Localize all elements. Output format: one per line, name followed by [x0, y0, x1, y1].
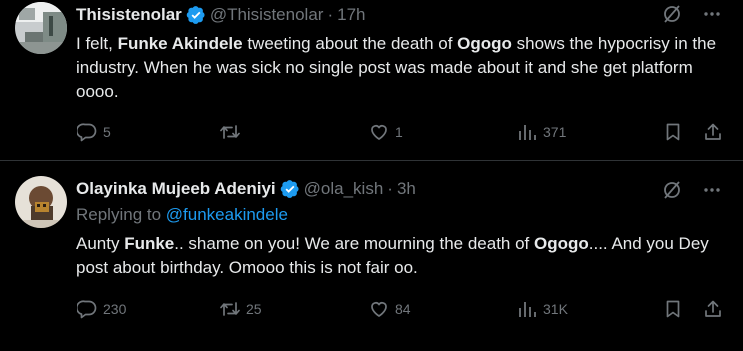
tweet-1[interactable]: Thisistenolar @Thisistenolar · 17h I fel… — [0, 0, 743, 160]
tweet-top-actions — [661, 179, 723, 201]
tweet-action-bar: 230 25 84 31K — [76, 297, 726, 321]
text-segment-bold: Ogogo — [457, 34, 512, 53]
bar-chart-icon — [516, 298, 538, 320]
like-button[interactable]: 84 — [368, 297, 411, 321]
avatar[interactable] — [15, 2, 67, 54]
tweet-header: Olayinka Mujeeb Adeniyi @ola_kish · 3h — [76, 177, 416, 201]
text-segment-bold: Funke — [124, 234, 175, 253]
bookmark-icon — [662, 298, 684, 320]
avatar[interactable] — [15, 176, 67, 228]
heart-icon — [368, 298, 390, 320]
reply-count: 5 — [103, 124, 111, 140]
share-button[interactable] — [702, 120, 724, 144]
retweet-count: 25 — [246, 301, 262, 317]
tweet-text: Aunty Funke.. shame on you! We are mourn… — [76, 232, 731, 280]
bookmark-button[interactable] — [662, 297, 684, 321]
verified-badge-icon — [186, 5, 206, 25]
more-dots-icon[interactable] — [701, 179, 723, 201]
bookmark-button[interactable] — [662, 120, 684, 144]
handle[interactable]: @Thisistenolar — [210, 5, 324, 25]
heart-icon — [368, 121, 390, 143]
replying-to: Replying to @funkeakindele — [76, 205, 288, 225]
text-segment: tweeting about the death of — [242, 34, 458, 53]
views-count: 371 — [543, 124, 567, 140]
tweet-action-bar: 5 1 371 — [76, 120, 726, 144]
separator-dot: · — [387, 179, 393, 198]
reply-button[interactable]: 230 — [76, 297, 126, 321]
tweet-top-actions — [661, 3, 723, 25]
reply-count: 230 — [103, 301, 127, 317]
bar-chart-icon — [516, 121, 538, 143]
views-button[interactable]: 31K — [516, 297, 568, 321]
share-upload-icon — [702, 121, 724, 143]
tweet-2[interactable]: Olayinka Mujeeb Adeniyi @ola_kish · 3h R… — [0, 161, 743, 351]
speech-bubble-icon — [76, 121, 98, 143]
share-upload-icon — [702, 298, 724, 320]
tweet-text: I felt, Funke Akindele tweeting about th… — [76, 32, 731, 104]
retweet-arrows-icon — [219, 121, 241, 143]
replying-to-handle-link[interactable]: @funkeakindele — [166, 205, 288, 224]
like-count: 1 — [395, 124, 403, 140]
reply-button[interactable]: 5 — [76, 120, 111, 144]
text-segment: .. shame on you! We are mourning the dea… — [174, 234, 534, 253]
replying-to-label: Replying to — [76, 205, 166, 224]
like-count: 84 — [395, 301, 411, 317]
share-button[interactable] — [702, 297, 724, 321]
grok-slash-circle-icon[interactable] — [661, 179, 683, 201]
views-count: 31K — [543, 301, 568, 317]
more-dots-icon[interactable] — [701, 3, 723, 25]
bookmark-icon — [662, 121, 684, 143]
separator-dot: · — [327, 5, 334, 24]
display-name[interactable]: Olayinka Mujeeb Adeniyi — [76, 179, 276, 199]
retweet-button[interactable]: 25 — [219, 297, 262, 321]
retweet-button[interactable] — [219, 120, 246, 144]
tweet-header: Thisistenolar @Thisistenolar · 17h — [76, 3, 366, 27]
text-segment: Aunty — [76, 234, 125, 253]
grok-slash-circle-icon[interactable] — [661, 3, 683, 25]
display-name[interactable]: Thisistenolar — [76, 5, 182, 25]
retweet-arrows-icon — [219, 298, 241, 320]
speech-bubble-icon — [76, 298, 98, 320]
verified-badge-icon — [280, 179, 300, 199]
timestamp[interactable]: 3h — [397, 179, 416, 199]
text-segment-bold: Ogogo — [534, 234, 589, 253]
handle[interactable]: @ola_kish — [304, 179, 384, 199]
timestamp[interactable]: 17h — [337, 5, 365, 25]
text-segment-bold: Funke Akindele — [117, 34, 243, 53]
text-segment: I felt, — [76, 34, 118, 53]
like-button[interactable]: 1 — [368, 120, 403, 144]
views-button[interactable]: 371 — [516, 120, 566, 144]
